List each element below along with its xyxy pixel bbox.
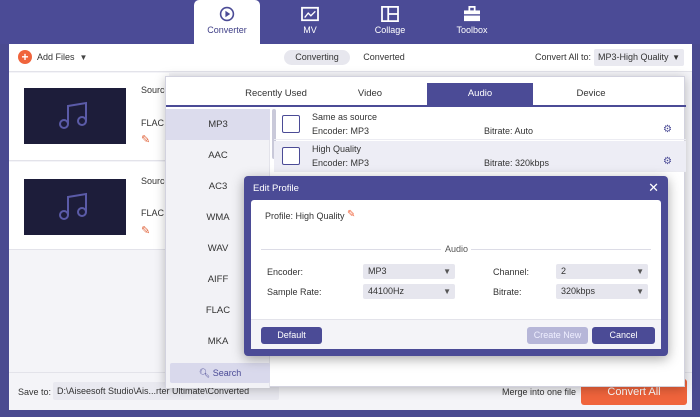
- merge-checkbox-label[interactable]: Merge into one file: [502, 387, 576, 397]
- format-item-aac[interactable]: AAC: [166, 140, 270, 171]
- top-navigation: Converter MV Collage Toolbox: [0, 0, 700, 44]
- search-icon: 🔍︎: [198, 368, 211, 378]
- edit-effect-icon[interactable]: ✎: [141, 133, 150, 146]
- converter-icon: [219, 6, 235, 22]
- bitrate-label: Bitrate:: [493, 287, 522, 297]
- encoder-value: MP3: [368, 266, 387, 276]
- file-thumbnail: [24, 88, 126, 144]
- tab-video[interactable]: Video: [316, 83, 424, 105]
- chevron-down-icon: ▼: [443, 267, 451, 276]
- tab-converting[interactable]: Converting: [284, 50, 350, 65]
- sample-rate-select[interactable]: 44100Hz ▼: [363, 284, 455, 299]
- preset-row[interactable]: Same as source Encoder: MP3 Bitrate: Aut…: [274, 109, 686, 140]
- file-format-label: FLAC: [141, 208, 165, 218]
- nav-collage[interactable]: Collage: [358, 0, 422, 44]
- toolbox-icon: [464, 6, 480, 22]
- file-row[interactable]: Source FLAC ✎: [9, 73, 170, 161]
- collage-icon: [381, 6, 399, 22]
- save-to-label: Save to:: [18, 387, 52, 397]
- preset-row[interactable]: High Quality Encoder: MP3 Bitrate: 320kb…: [274, 141, 686, 172]
- tab-converted[interactable]: Converted: [359, 50, 409, 65]
- nav-toolbox[interactable]: Toolbox: [440, 0, 504, 44]
- profile-row: Profile: High Quality: [265, 211, 345, 221]
- encoder-label: Encoder:: [267, 267, 304, 277]
- add-files-label: Add Files: [37, 52, 75, 62]
- format-item-mp3[interactable]: MP3: [166, 109, 270, 140]
- add-files-button[interactable]: + Add Files ▼: [18, 50, 87, 64]
- format-tabs: Recently Used Video Audio Device: [166, 83, 686, 107]
- divider: [471, 249, 651, 250]
- tab-audio[interactable]: Audio: [427, 83, 533, 105]
- convert-all-value: MP3-High Quality: [598, 52, 669, 62]
- nav-mv[interactable]: MV: [278, 0, 342, 44]
- preset-encoder: Encoder: MP3: [312, 158, 370, 168]
- nav-toolbox-label: Toolbox: [456, 25, 488, 35]
- gear-icon[interactable]: ⚙: [663, 124, 672, 135]
- edit-profile-dialog: Edit Profile ✕ Profile: High Quality ✎ A…: [244, 176, 668, 356]
- convert-all-select[interactable]: MP3-High Quality ▼: [594, 49, 684, 66]
- preset-bitrate: Bitrate: 320kbps: [484, 158, 550, 168]
- preset-hq-icon: [282, 147, 300, 165]
- sample-rate-value: 44100Hz: [368, 286, 405, 296]
- audio-section-label: Audio: [445, 244, 469, 254]
- preset-name: High Quality: [312, 144, 362, 154]
- edit-effect-icon[interactable]: ✎: [141, 224, 150, 237]
- dialog-body: Profile: High Quality ✎ Audio Encoder: M…: [251, 200, 661, 349]
- channel-label: Channel:: [493, 267, 530, 277]
- profile-label: Profile:: [265, 211, 294, 221]
- bitrate-value: 320kbps: [561, 286, 596, 296]
- plus-icon: +: [18, 50, 32, 64]
- dialog-title: Edit Profile: [253, 183, 299, 194]
- chevron-down-icon: ▼: [636, 267, 644, 276]
- music-note-icon: [59, 101, 87, 129]
- nav-collage-label: Collage: [374, 25, 406, 35]
- chevron-down-icon: ▼: [672, 53, 680, 62]
- preset-encoder: Encoder: MP3: [312, 126, 370, 136]
- sample-rate-label: Sample Rate:: [267, 287, 322, 297]
- toolbar: + Add Files ▼ Converting Converted Conve…: [9, 44, 692, 72]
- close-icon[interactable]: ✕: [648, 180, 659, 196]
- channel-value: 2: [561, 266, 567, 276]
- encoder-select[interactable]: MP3 ▼: [363, 264, 455, 279]
- preset-file-icon: [282, 115, 300, 133]
- bitrate-select[interactable]: 320kbps ▼: [556, 284, 648, 299]
- default-button[interactable]: Default: [261, 327, 322, 344]
- nav-mv-label: MV: [303, 25, 317, 35]
- gear-icon[interactable]: ⚙: [663, 156, 672, 167]
- chevron-down-icon: ▼: [443, 287, 451, 296]
- channel-select[interactable]: 2 ▼: [556, 264, 648, 279]
- chevron-down-icon[interactable]: ▼: [80, 53, 88, 62]
- chevron-down-icon: ▼: [636, 287, 644, 296]
- nav-converter[interactable]: Converter: [194, 0, 260, 44]
- format-search-button[interactable]: 🔍︎ Search: [170, 363, 270, 383]
- preset-bitrate: Bitrate: Auto: [484, 126, 534, 136]
- file-thumbnail: [24, 179, 126, 235]
- nav-converter-label: Converter: [207, 25, 247, 35]
- dialog-footer: Default Create New Cancel: [251, 319, 661, 349]
- file-format-label: FLAC: [141, 118, 165, 128]
- file-row[interactable]: Source FLAC ✎: [9, 162, 170, 250]
- cancel-button[interactable]: Cancel: [592, 327, 655, 344]
- profile-value: High Quality: [295, 211, 345, 221]
- mv-icon: [301, 6, 319, 22]
- convert-all-label: Convert All to:: [535, 52, 592, 62]
- tab-device[interactable]: Device: [536, 83, 646, 105]
- create-new-button[interactable]: Create New: [527, 327, 588, 344]
- search-label: Search: [212, 368, 242, 378]
- music-note-icon: [59, 192, 87, 220]
- preset-name: Same as source: [312, 112, 378, 122]
- pencil-icon[interactable]: ✎: [347, 209, 355, 220]
- divider: [261, 249, 441, 250]
